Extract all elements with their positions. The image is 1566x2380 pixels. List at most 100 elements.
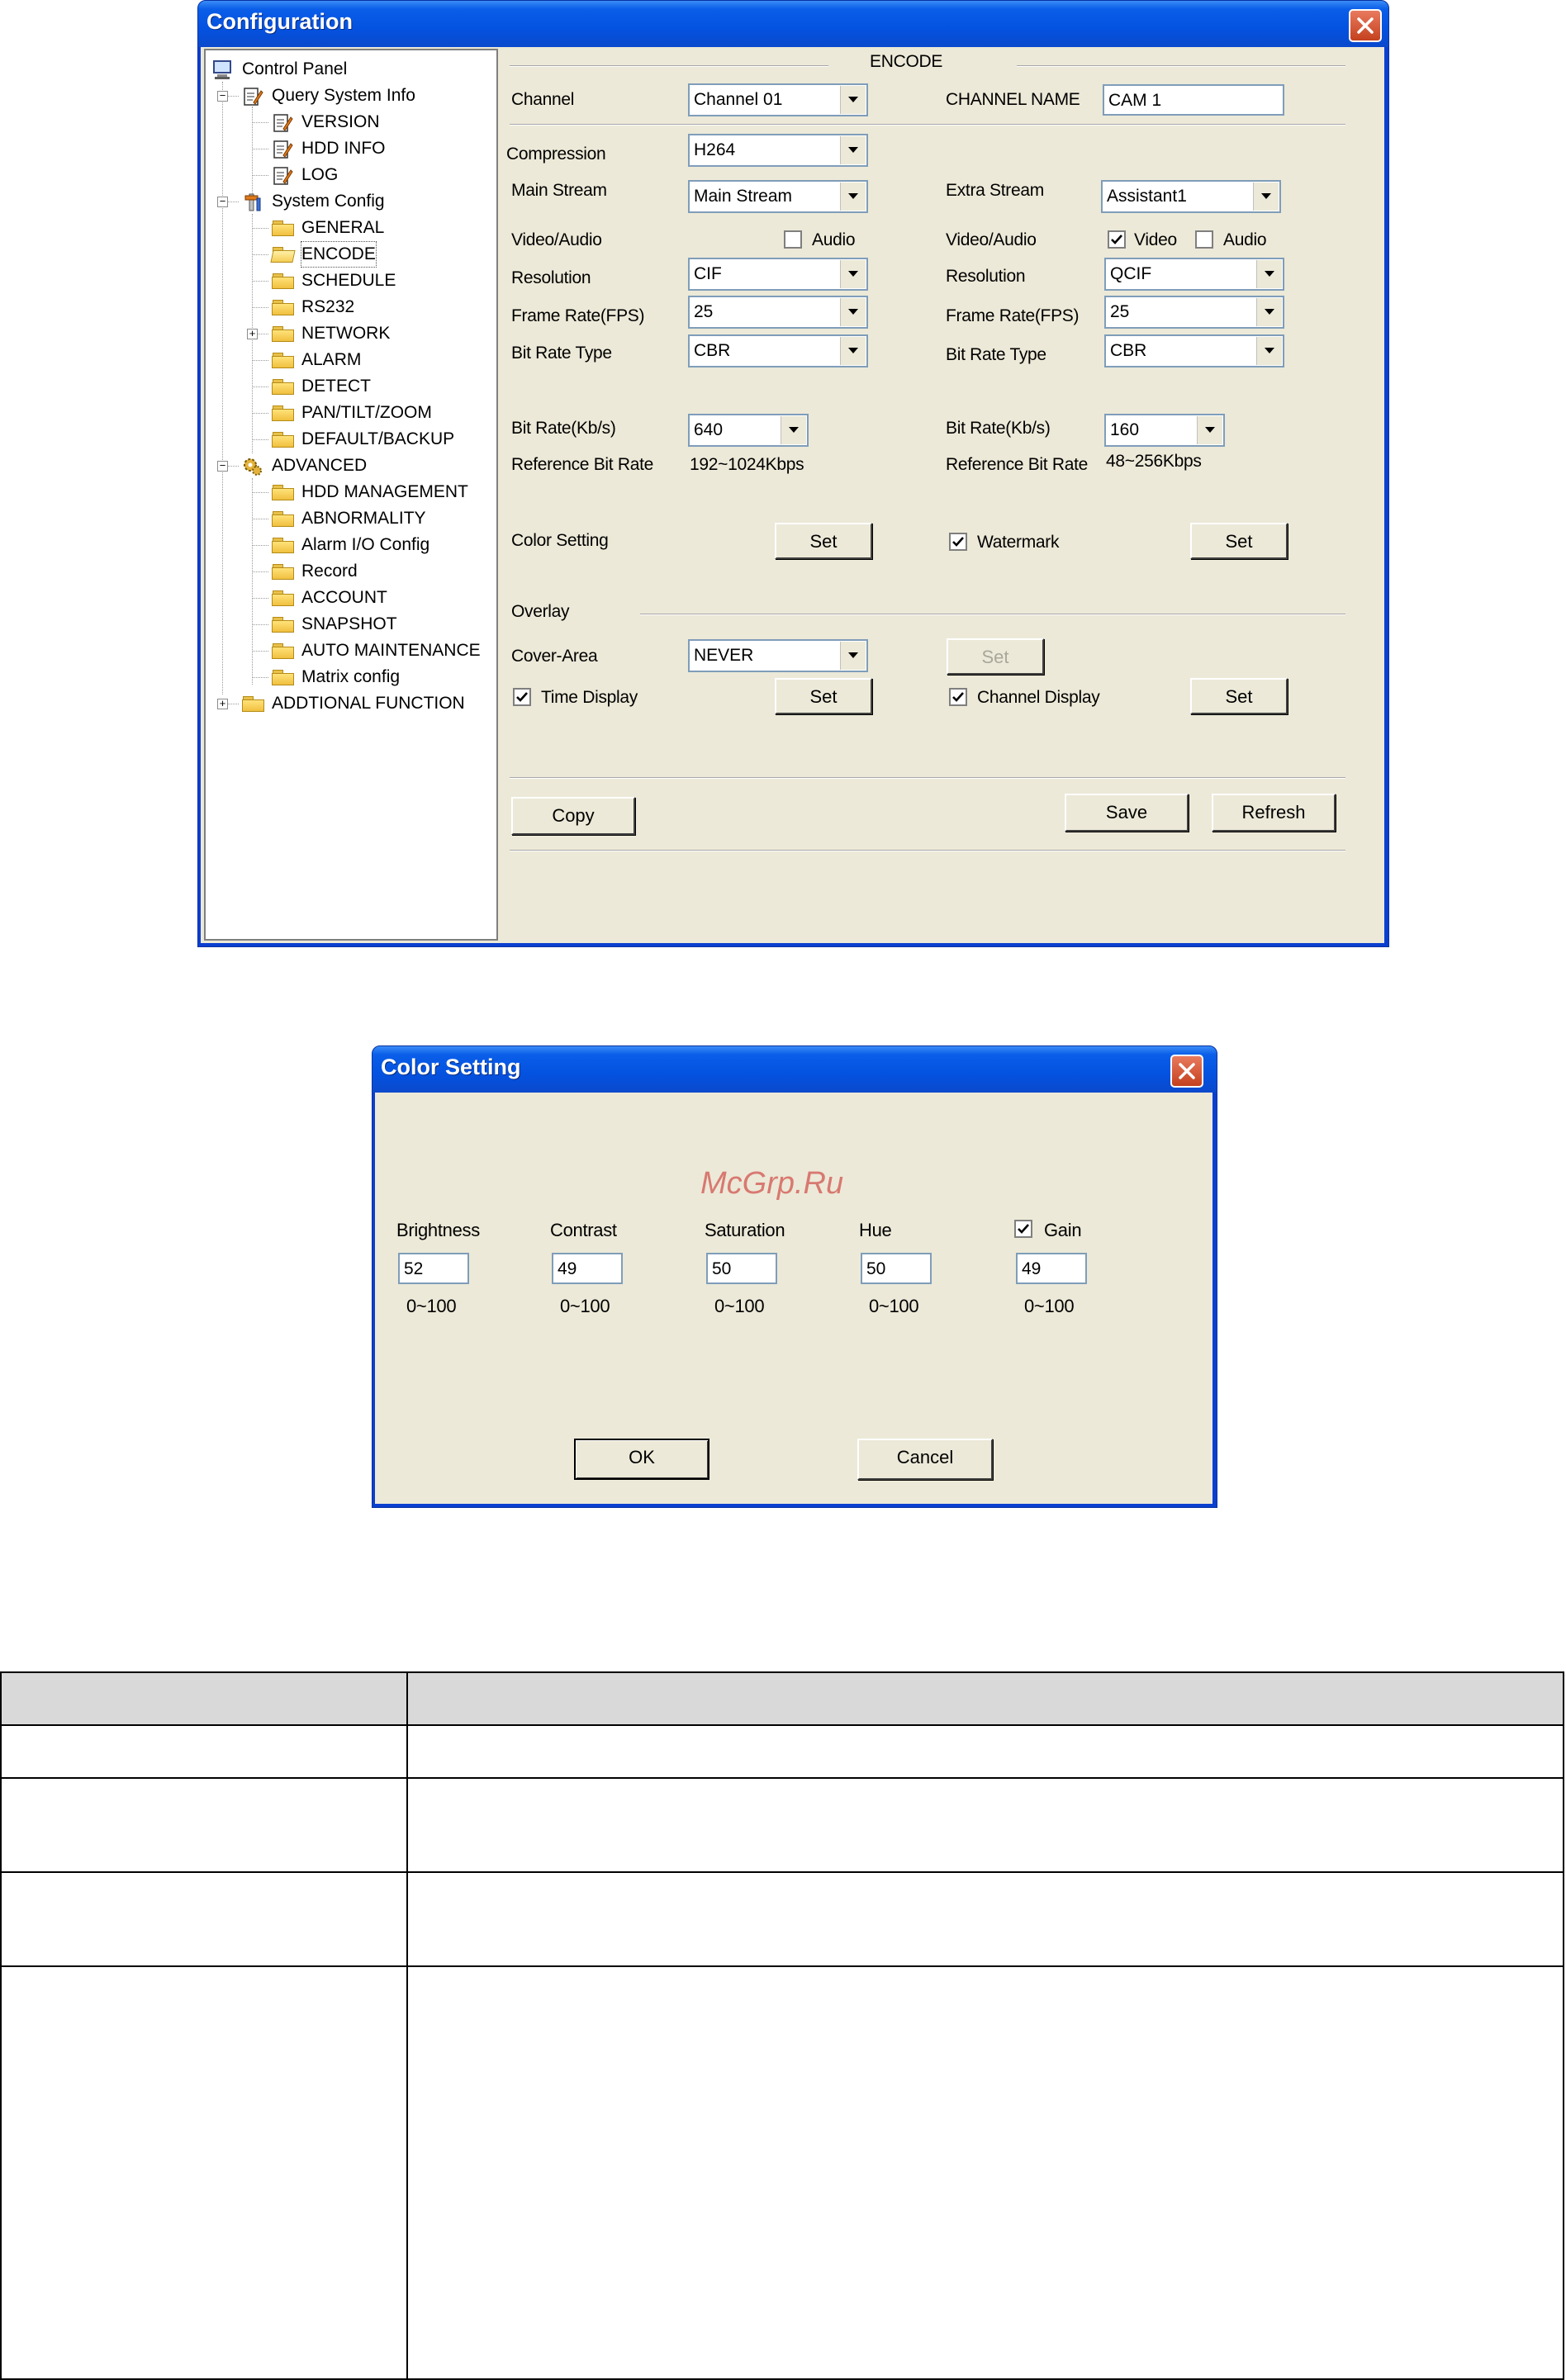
channel-name-input[interactable]: CAM 1 bbox=[1103, 84, 1284, 116]
configuration-titlebar[interactable]: Configuration bbox=[198, 1, 1388, 47]
tree-item-advanced[interactable]: − ADVANCED bbox=[206, 453, 486, 478]
time-display-checkbox[interactable] bbox=[513, 688, 531, 706]
extra-frame-rate-select[interactable]: 25 bbox=[1104, 296, 1284, 329]
tree-item-alarm[interactable]: ALARM bbox=[206, 348, 486, 372]
expand-icon[interactable]: + bbox=[247, 328, 258, 339]
color-setting-close-button[interactable] bbox=[1170, 1055, 1203, 1088]
main-audio-checkbox[interactable] bbox=[784, 230, 802, 249]
extra-bit-rate-dropdown-button[interactable] bbox=[1197, 416, 1222, 444]
saturation-input[interactable]: 50 bbox=[706, 1253, 777, 1284]
save-button[interactable]: Save bbox=[1065, 794, 1189, 832]
watermark-set-button[interactable]: Set bbox=[1190, 523, 1288, 559]
extra-bit-rate-type-dropdown-button[interactable] bbox=[1256, 337, 1282, 365]
copy-button[interactable]: Copy bbox=[511, 797, 635, 835]
tree-item-snapshot[interactable]: SNAPSHOT bbox=[206, 612, 486, 637]
compression-select[interactable]: H264 bbox=[688, 134, 868, 167]
tree-item-label: AUTO MAINTENANCE bbox=[301, 641, 481, 660]
tree-item-label: ABNORMALITY bbox=[301, 509, 426, 528]
tree-item-version[interactable]: VERSION bbox=[206, 110, 486, 135]
channel-dropdown-button[interactable] bbox=[840, 86, 866, 114]
tree-item-matrix-config[interactable]: Matrix config bbox=[206, 665, 486, 690]
channel-display-set-button[interactable]: Set bbox=[1190, 678, 1288, 714]
extra-resolution-dropdown-button[interactable] bbox=[1256, 260, 1282, 288]
tree-item-addtional-function[interactable]: + ADDTIONAL FUNCTION bbox=[206, 691, 486, 716]
main-bit-rate-select[interactable]: 640 bbox=[688, 414, 809, 447]
tree-item-system-config[interactable]: − System Config bbox=[206, 189, 486, 214]
tree-item-log[interactable]: LOG bbox=[206, 163, 486, 187]
channel-display-checkbox[interactable] bbox=[949, 688, 967, 706]
extra-bit-rate-select[interactable]: 160 bbox=[1104, 414, 1225, 447]
tree-guide-line bbox=[252, 254, 268, 255]
gain-input[interactable]: 49 bbox=[1016, 1253, 1087, 1284]
parameter-table bbox=[0, 1671, 1564, 2380]
cancel-button[interactable]: Cancel bbox=[857, 1439, 993, 1480]
tree-item-hdd-info[interactable]: HDD INFO bbox=[206, 136, 486, 161]
tree-guide-line bbox=[252, 598, 268, 599]
tree-item-hdd-management[interactable]: HDD MANAGEMENT bbox=[206, 480, 486, 505]
tree-item-network[interactable]: + NETWORK bbox=[206, 321, 486, 346]
extra-frame-rate-dropdown-button[interactable] bbox=[1256, 298, 1282, 326]
brightness-input[interactable]: 52 bbox=[398, 1253, 469, 1284]
tree-item-control-panel[interactable]: Control Panel bbox=[206, 57, 486, 82]
table-cell bbox=[0, 1965, 408, 2380]
collapse-icon[interactable]: − bbox=[217, 460, 228, 472]
encode-header-line-left bbox=[510, 65, 828, 67]
main-frame-rate-select[interactable]: 25 bbox=[688, 296, 868, 329]
main-bit-rate-type-select[interactable]: CBR bbox=[688, 334, 868, 367]
main-stream-dropdown-button[interactable] bbox=[840, 183, 866, 211]
tree-item-query-system-info[interactable]: − Query System Info bbox=[206, 83, 486, 108]
main-resolution-dropdown-button[interactable] bbox=[840, 260, 866, 288]
tree-guide-line bbox=[252, 624, 268, 625]
cover-area-set-button[interactable]: Set bbox=[947, 638, 1044, 675]
main-bit-rate-dropdown-button[interactable] bbox=[781, 416, 806, 444]
tree-item-account[interactable]: ACCOUNT bbox=[206, 586, 486, 610]
expand-icon[interactable]: + bbox=[217, 698, 228, 709]
tree-item-encode[interactable]: ENCODE bbox=[206, 241, 486, 268]
extra-stream-dropdown-button[interactable] bbox=[1253, 183, 1279, 211]
channel-select[interactable]: Channel 01 bbox=[688, 83, 868, 116]
watermark-checkbox[interactable] bbox=[949, 533, 967, 551]
compression-dropdown-button[interactable] bbox=[840, 136, 866, 164]
table-cell bbox=[406, 1871, 1564, 1967]
tree-item-general[interactable]: GENERAL bbox=[206, 216, 486, 240]
tree-item-auto-maintenance[interactable]: AUTO MAINTENANCE bbox=[206, 638, 486, 663]
main-frame-rate-dropdown-button[interactable] bbox=[840, 298, 866, 326]
hue-input[interactable]: 50 bbox=[861, 1253, 932, 1284]
tree-item-default-backup[interactable]: DEFAULT/BACKUP bbox=[206, 427, 486, 452]
extra-resolution-select[interactable]: QCIF bbox=[1104, 258, 1284, 291]
main-resolution-select[interactable]: CIF bbox=[688, 258, 868, 291]
folder-icon bbox=[272, 353, 295, 369]
brightness-label: Brightness bbox=[396, 1220, 480, 1240]
tree-item-detect[interactable]: DETECT bbox=[206, 374, 486, 399]
main-stream-select[interactable]: Main Stream bbox=[688, 180, 868, 213]
color-setting-titlebar[interactable]: Color Setting bbox=[373, 1046, 1217, 1093]
ok-button[interactable]: OK bbox=[574, 1439, 709, 1480]
refresh-button[interactable]: Refresh bbox=[1212, 794, 1336, 832]
time-display-set-button[interactable]: Set bbox=[775, 678, 872, 714]
watermark-set-label: Set bbox=[1225, 531, 1253, 552]
gain-checkbox[interactable] bbox=[1014, 1220, 1032, 1238]
chevron-down-icon bbox=[848, 348, 858, 353]
collapse-icon[interactable]: − bbox=[217, 90, 228, 102]
color-setting-set-button[interactable]: Set bbox=[775, 523, 872, 559]
configuration-body: Control Panel − Query System Info VERSION HD… bbox=[201, 47, 1384, 943]
channel-name-label: CHANNEL NAME bbox=[946, 90, 1080, 109]
tree-guide-line bbox=[252, 228, 268, 229]
tree-item-rs232[interactable]: RS232 bbox=[206, 295, 486, 320]
tree-item-pan-tilt-zoom[interactable]: PAN/TILT/ZOOM bbox=[206, 401, 486, 425]
tree-item-label: ADVANCED bbox=[272, 456, 368, 475]
extra-stream-select[interactable]: Assistant1 bbox=[1101, 180, 1281, 213]
tree-item-abnormality[interactable]: ABNORMALITY bbox=[206, 506, 486, 531]
close-button[interactable] bbox=[1349, 9, 1382, 42]
cover-area-dropdown-button[interactable] bbox=[840, 642, 866, 670]
collapse-icon[interactable]: − bbox=[217, 196, 228, 207]
cover-area-select[interactable]: NEVER bbox=[688, 639, 868, 672]
extra-audio-checkbox[interactable] bbox=[1195, 230, 1213, 249]
tree-item-record[interactable]: Record bbox=[206, 559, 486, 584]
extra-bit-rate-type-select[interactable]: CBR bbox=[1104, 334, 1284, 367]
extra-video-checkbox[interactable] bbox=[1108, 230, 1126, 249]
tree-item-schedule[interactable]: SCHEDULE bbox=[206, 268, 486, 293]
contrast-input[interactable]: 49 bbox=[552, 1253, 623, 1284]
main-bit-rate-type-dropdown-button[interactable] bbox=[840, 337, 866, 365]
tree-item-alarm-i-o-config[interactable]: Alarm I/O Config bbox=[206, 533, 486, 557]
